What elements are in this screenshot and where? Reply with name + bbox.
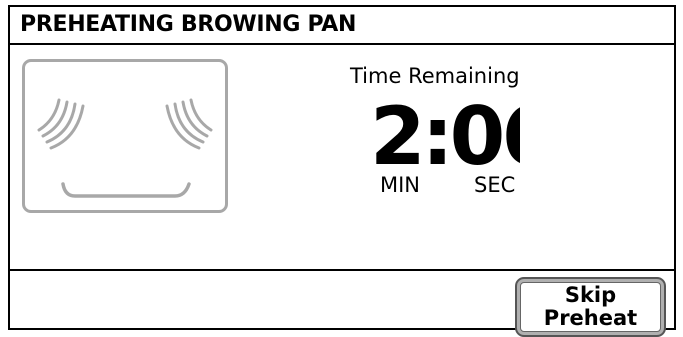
time-digits: 2:06 <box>370 93 520 173</box>
time-remaining-value: 2:06 <box>370 93 520 173</box>
divider <box>10 269 674 271</box>
skip-preheat-label-line1: Skip <box>564 283 617 307</box>
time-remaining-label: Time Remaining <box>350 64 520 88</box>
seven-segment-display: 2:06 <box>370 93 520 173</box>
pan-heat-waves-icon <box>37 98 213 198</box>
minutes-unit-label: MIN <box>380 173 421 197</box>
title-bar: PREHEATING BROWING PAN <box>10 7 674 45</box>
skip-preheat-button[interactable]: Skip Preheat <box>515 277 666 337</box>
skip-preheat-label-line2: Preheat <box>543 306 638 330</box>
page-title: PREHEATING BROWING PAN <box>20 12 357 37</box>
seconds-unit-label: SEC <box>474 173 516 197</box>
preheat-screen: PREHEATING BROWING PAN Time Remaining 2: <box>8 5 676 337</box>
heating-pan-icon <box>22 59 228 213</box>
